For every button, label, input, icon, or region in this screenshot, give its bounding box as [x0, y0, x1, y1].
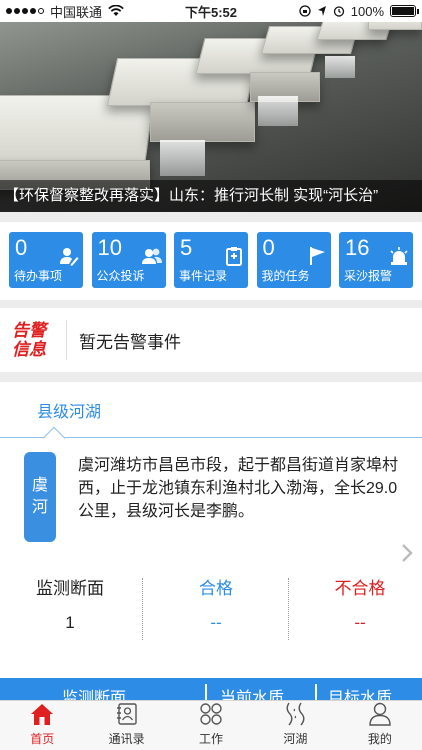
carrier-name: 中国联通 — [50, 4, 103, 20]
nav-label: 首页 — [30, 732, 55, 746]
alert-panel[interactable]: 告警 信息 暂无告警事件 — [0, 308, 422, 372]
stat-value: -- — [210, 613, 222, 632]
quick-actions: 0 待办事项 10 公众投诉 5 事件记录 0 我的任务 16 采沙报警 — [0, 222, 422, 300]
group-icon — [141, 248, 162, 264]
alarm-light-icon — [390, 247, 408, 265]
badge-line1: 虞 — [31, 477, 48, 494]
bottom-tab-bar: 首页 通讯录 工作 河湖 我的 — [0, 700, 422, 750]
battery-icon — [390, 5, 419, 17]
signal-strength-icon — [6, 8, 44, 14]
alert-tag: 告警 信息 — [0, 321, 58, 359]
tile-label: 待办事项 — [14, 269, 63, 283]
nav-profile[interactable]: 我的 — [338, 701, 422, 750]
clipboard-icon — [226, 247, 242, 266]
nav-label: 工作 — [199, 732, 224, 746]
monitoring-stats: 监测断面 1 合格 -- 不合格 -- — [0, 574, 422, 644]
stat-header: 监测断面 — [36, 579, 104, 598]
person-icon — [369, 702, 391, 726]
home-icon — [31, 704, 54, 725]
tab-indicator — [42, 426, 66, 450]
stat-sections[interactable]: 监测断面 1 — [0, 574, 140, 633]
tile-public-complaints[interactable]: 10 公众投诉 — [91, 232, 166, 288]
alarm-icon — [333, 6, 344, 17]
tile-label: 公众投诉 — [96, 269, 145, 283]
edit-person-icon — [60, 248, 79, 266]
stat-header: 不合格 — [334, 579, 386, 598]
stat-value: 1 — [65, 613, 75, 632]
nav-work[interactable]: 工作 — [169, 701, 253, 750]
stat-divider — [142, 578, 143, 640]
alert-message: 暂无告警事件 — [79, 332, 181, 352]
tile-event-records[interactable]: 5 事件记录 — [174, 232, 248, 288]
location-icon — [317, 6, 326, 16]
river-icon — [286, 702, 305, 726]
tile-count: 10 — [97, 235, 122, 260]
nav-label: 通讯录 — [108, 732, 145, 746]
news-banner[interactable]: 【环保督察整改再落实】山东：推行河长制 实现“河长治” — [0, 0, 422, 212]
status-bar: 中国联通 下午5:52 100% — [0, 0, 422, 22]
chevron-right-icon[interactable] — [400, 542, 414, 564]
stat-unqualified[interactable]: 不合格 -- — [290, 574, 422, 633]
nav-home[interactable]: 首页 — [0, 701, 84, 750]
banner-stone — [150, 102, 255, 142]
river-name-badge: 虞 河 — [24, 452, 56, 542]
banner-waterfall — [325, 56, 355, 78]
stat-divider — [288, 578, 289, 640]
tile-my-tasks[interactable]: 0 我的任务 — [256, 232, 331, 288]
clock: 下午5:52 — [184, 4, 238, 20]
tile-label: 我的任务 — [261, 269, 310, 283]
orientation-lock-icon — [299, 5, 311, 17]
banner-waterfall — [258, 96, 298, 126]
tile-count: 0 — [262, 235, 275, 260]
tile-pending-items[interactable]: 0 待办事项 — [9, 232, 83, 288]
river-lake-tabs: 县级河湖 — [0, 382, 422, 450]
nav-label: 河湖 — [283, 732, 308, 746]
tile-count: 5 — [180, 235, 193, 260]
stat-value: -- — [354, 613, 366, 632]
battery-percentage: 100% — [350, 3, 384, 19]
banner-caption: 【环保督察整改再落实】山东：推行河长制 实现“河长治” — [0, 180, 422, 212]
banner-waterfall — [160, 140, 205, 176]
alert-divider — [66, 320, 67, 360]
stat-qualified[interactable]: 合格 -- — [146, 574, 286, 633]
tile-count: 16 — [345, 235, 370, 260]
tile-label: 事件记录 — [179, 269, 228, 283]
flag-icon — [309, 247, 325, 265]
tile-label: 采沙报警 — [344, 269, 393, 283]
contacts-icon — [116, 703, 137, 725]
grid-icon — [200, 703, 222, 725]
river-description[interactable]: 虞河潍坊市昌邑市段，起于都昌街道肖家埠村西，止于龙池镇东利渔村北入渤海，全长29… — [78, 454, 410, 523]
tab-county-level[interactable]: 县级河湖 — [37, 398, 101, 422]
stat-header: 合格 — [199, 579, 233, 598]
river-lake-section: 县级河湖 虞 河 虞河潍坊市昌邑市段，起于都昌街道肖家埠村西，止于龙池镇东利渔村… — [0, 382, 422, 688]
nav-contacts[interactable]: 通讯录 — [84, 701, 168, 750]
nav-label: 我的 — [367, 732, 392, 746]
wifi-icon — [108, 5, 124, 16]
alert-tag-line1: 告警 — [12, 321, 46, 340]
badge-line2: 河 — [31, 499, 48, 516]
tile-count: 0 — [15, 235, 28, 260]
nav-river-lake[interactable]: 河湖 — [253, 701, 337, 750]
tile-sand-mining-alarm[interactable]: 16 采沙报警 — [339, 232, 413, 288]
alert-tag-line2: 信息 — [12, 340, 46, 359]
